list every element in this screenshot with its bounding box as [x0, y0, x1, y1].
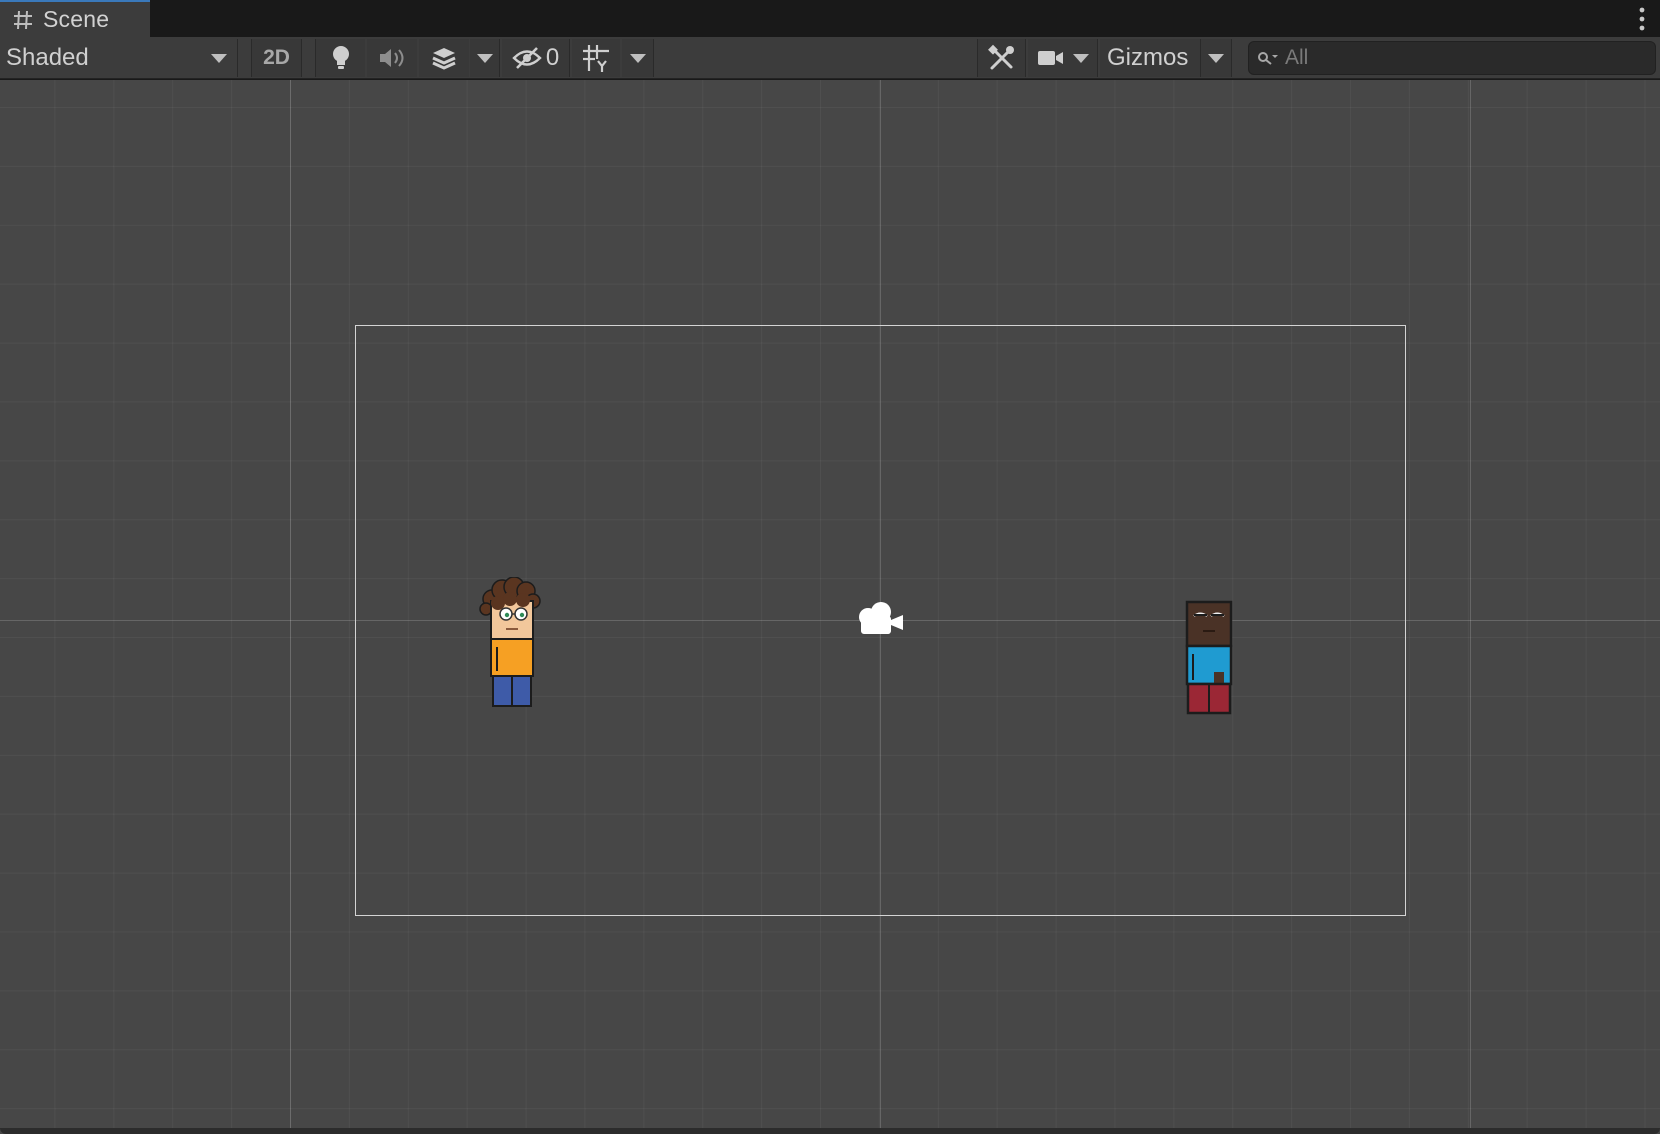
search-input[interactable]: All [1248, 41, 1656, 75]
tools-icon [987, 44, 1014, 70]
gizmos-button[interactable]: Gizmos [1100, 39, 1200, 77]
search-placeholder: All [1285, 46, 1309, 69]
scene-viewport[interactable] [0, 80, 1660, 1134]
main-camera-gizmo[interactable] [855, 601, 907, 637]
draw-mode-dropdown[interactable]: Shaded [0, 39, 238, 77]
scene-toolbar: Shaded 2D 0 Gizmos All [0, 37, 1660, 79]
search-icon [1258, 52, 1278, 65]
chevron-down-icon [1072, 53, 1089, 63]
chevron-down-icon [211, 54, 227, 63]
chevron-down-icon [1208, 53, 1224, 63]
grid-dropdown[interactable] [622, 39, 654, 77]
audio-icon [380, 49, 404, 67]
toggle-lighting-button[interactable] [315, 39, 365, 77]
grid-line-major [290, 80, 291, 1134]
toggle-2d-button[interactable]: 2D [251, 39, 302, 77]
effects-dropdown[interactable] [470, 39, 500, 77]
gizmos-dropdown[interactable] [1200, 39, 1232, 77]
scene-visibility-button[interactable]: 0 [502, 39, 570, 77]
light-bulb-icon [332, 46, 349, 69]
tab-scene[interactable]: Scene [0, 0, 150, 37]
camera-icon [1037, 51, 1063, 65]
tools-button[interactable] [977, 39, 1026, 77]
viewport-bottom-edge [0, 1128, 1660, 1134]
grid-line-major [1470, 80, 1471, 1134]
effects-icon [432, 48, 456, 70]
character-blue-shirt[interactable] [1185, 600, 1233, 716]
toggle-audio-button[interactable] [367, 39, 417, 77]
draw-mode-label: Shaded [6, 44, 89, 71]
kebab-menu-icon[interactable] [1638, 6, 1646, 32]
grid-snap-button[interactable] [572, 39, 620, 77]
hidden-count: 0 [545, 44, 560, 71]
grid-snap-icon [583, 45, 609, 72]
chevron-down-icon [629, 53, 646, 63]
scene-camera-dropdown[interactable] [1028, 39, 1098, 77]
visibility-icon [512, 47, 542, 69]
chevron-down-icon [476, 53, 493, 63]
tab-label: Scene [43, 6, 110, 32]
toggle-effects-button[interactable] [419, 39, 469, 77]
gizmos-label: Gizmos [1107, 44, 1189, 71]
tab-strip: Scene [0, 0, 1660, 37]
character-curly-hair[interactable] [478, 577, 544, 711]
scene-grid-icon [14, 10, 32, 29]
